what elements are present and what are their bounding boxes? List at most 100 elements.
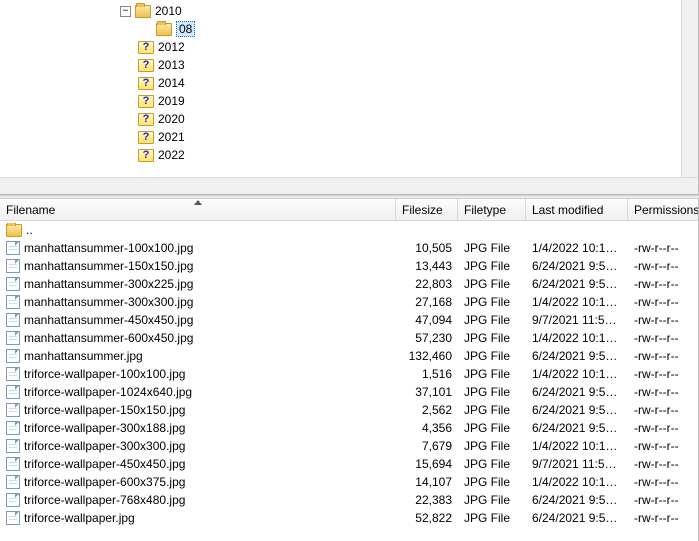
file-size: 4,356: [396, 421, 458, 435]
file-permissions: -rw-r--r--: [628, 439, 698, 453]
file-type: JPG File: [458, 241, 526, 255]
file-name: triforce-wallpaper-450x450.jpg: [24, 457, 185, 471]
file-type: JPG File: [458, 439, 526, 453]
table-row[interactable]: manhattansummer-450x450.jpg47,094JPG Fil…: [0, 311, 698, 329]
unknown-folder-icon: ?: [138, 131, 154, 144]
table-row[interactable]: triforce-wallpaper-1024x640.jpg37,101JPG…: [0, 383, 698, 401]
header-label: Filesize: [402, 203, 443, 217]
file-permissions: -rw-r--r--: [628, 349, 698, 363]
folder-icon: [6, 224, 22, 237]
tree-node-08[interactable]: 08: [100, 20, 698, 38]
header-label: Permissions: [634, 203, 699, 217]
file-type: JPG File: [458, 457, 526, 471]
table-row[interactable]: manhattansummer-300x225.jpg 22,803JPG Fil…: [0, 275, 698, 293]
file-type: JPG File: [458, 349, 526, 363]
folder-tree-pane: − 2010 08 ?2012?2013?2014?2019?2020?2021…: [0, 0, 699, 195]
file-size: 2,562: [396, 403, 458, 417]
file-type: JPG File: [458, 475, 526, 489]
file-size: 10,505: [396, 241, 458, 255]
file-icon: [6, 511, 20, 525]
vertical-scrollbar[interactable]: [681, 0, 698, 177]
tree-label: 2010: [155, 4, 182, 18]
file-type: JPG File: [458, 259, 526, 273]
file-name: manhattansummer-150x150.jpg: [24, 259, 193, 273]
file-name: manhattansummer-100x100.jpg: [24, 241, 193, 255]
header-label: Filetype: [464, 203, 506, 217]
parent-directory-row[interactable]: ..: [0, 221, 698, 239]
header-filename[interactable]: Filename: [0, 199, 396, 220]
table-row[interactable]: manhattansummer-150x150.jpg 13,443JPG Fil…: [0, 257, 698, 275]
file-size: 27,168: [396, 295, 458, 309]
file-icon: [6, 385, 20, 399]
file-name: triforce-wallpaper-600x375.jpg: [24, 475, 185, 489]
file-icon: [6, 259, 20, 273]
header-permissions[interactable]: Permissions: [628, 199, 698, 220]
file-size: 15,694: [396, 457, 458, 471]
table-row[interactable]: manhattansummer-300x300.jpg27,168JPG Fil…: [0, 293, 698, 311]
file-permissions: -rw-r--r--: [628, 475, 698, 489]
collapse-icon[interactable]: −: [120, 6, 131, 17]
file-type: JPG File: [458, 313, 526, 327]
tree-node-2010[interactable]: − 2010: [100, 2, 698, 20]
table-row[interactable]: manhattansummer.jpg132,460JPG File6/24/2…: [0, 347, 698, 365]
file-name: triforce-wallpaper-100x100.jpg: [24, 367, 185, 381]
unknown-folder-icon: ?: [138, 95, 154, 108]
file-permissions: -rw-r--r--: [628, 295, 698, 309]
file-name: manhattansummer-450x450.jpg: [24, 313, 193, 327]
table-row[interactable]: manhattansummer-100x100.jpg 10,505JPG Fil…: [0, 239, 698, 257]
tree-label: 2014: [158, 76, 185, 90]
file-icon: [6, 457, 20, 471]
file-name: triforce-wallpaper-1024x640.jpg: [24, 385, 192, 399]
file-name: triforce-wallpaper-768x480.jpg: [24, 493, 185, 507]
file-type: JPG File: [458, 403, 526, 417]
tree-node-2012[interactable]: ?2012: [100, 38, 698, 56]
parent-dir-label: ..: [26, 223, 33, 237]
table-row[interactable]: triforce-wallpaper-300x300.jpg7,679JPG F…: [0, 437, 698, 455]
file-permissions: -rw-r--r--: [628, 457, 698, 471]
table-row[interactable]: triforce-wallpaper-300x188.jpg 4,356JPG F…: [0, 419, 698, 437]
tree-label: 2013: [158, 58, 185, 72]
file-date: 1/4/2022 10:10:...: [526, 241, 628, 255]
tree-node-2014[interactable]: ?2014: [100, 74, 698, 92]
file-size: 22,383: [396, 493, 458, 507]
file-icon: [6, 421, 20, 435]
table-row[interactable]: triforce-wallpaper-450x450.jpg 15,694JPG …: [0, 455, 698, 473]
column-headers: Filename Filesize Filetype Last modified…: [0, 199, 698, 221]
table-row[interactable]: triforce-wallpaper-150x150.jpg2,562JPG F…: [0, 401, 698, 419]
tree-node-2022[interactable]: ?2022: [100, 146, 698, 164]
file-permissions: -rw-r--r--: [628, 421, 698, 435]
file-name: manhattansummer-600x450.jpg: [24, 331, 193, 345]
file-type: JPG File: [458, 277, 526, 291]
table-row[interactable]: triforce-wallpaper-768x480.jpg22,383JPG …: [0, 491, 698, 509]
file-date: 1/4/2022 10:10:...: [526, 367, 628, 381]
file-name: manhattansummer-300x225.jpg: [24, 277, 193, 291]
header-label: Filename: [6, 203, 55, 217]
table-row[interactable]: triforce-wallpaper-100x100.jpg1,516JPG F…: [0, 365, 698, 383]
tree-node-2013[interactable]: ?2013: [100, 56, 698, 74]
file-icon: [6, 241, 20, 255]
table-row[interactable]: triforce-wallpaper-600x375.jpg14,107JPG …: [0, 473, 698, 491]
table-row[interactable]: triforce-wallpaper.jpg52,822JPG File6/24…: [0, 509, 698, 527]
file-type: JPG File: [458, 421, 526, 435]
file-name: triforce-wallpaper-300x300.jpg: [24, 439, 185, 453]
file-date: 6/24/2021 9:53:...: [526, 421, 628, 435]
folder-icon: [135, 5, 151, 18]
file-size: 13,443: [396, 259, 458, 273]
header-last-modified[interactable]: Last modified: [526, 199, 628, 220]
file-icon: [6, 313, 20, 327]
tree-label: 2021: [158, 130, 185, 144]
unknown-folder-icon: ?: [138, 149, 154, 162]
table-row[interactable]: manhattansummer-600x450.jpg57,230JPG Fil…: [0, 329, 698, 347]
file-date: 6/24/2021 9:53:...: [526, 493, 628, 507]
tree-node-2019[interactable]: ?2019: [100, 92, 698, 110]
header-filesize[interactable]: Filesize: [396, 199, 458, 220]
header-filetype[interactable]: Filetype: [458, 199, 526, 220]
file-permissions: -rw-r--r--: [628, 385, 698, 399]
horizontal-scrollbar[interactable]: [0, 177, 698, 194]
tree-node-2020[interactable]: ?2020: [100, 110, 698, 128]
file-name: triforce-wallpaper-300x188.jpg: [24, 421, 185, 435]
tree-node-2021[interactable]: ? 2021: [100, 128, 698, 146]
header-label: Last modified: [532, 203, 603, 217]
file-size: 22,803: [396, 277, 458, 291]
file-permissions: -rw-r--r--: [628, 241, 698, 255]
